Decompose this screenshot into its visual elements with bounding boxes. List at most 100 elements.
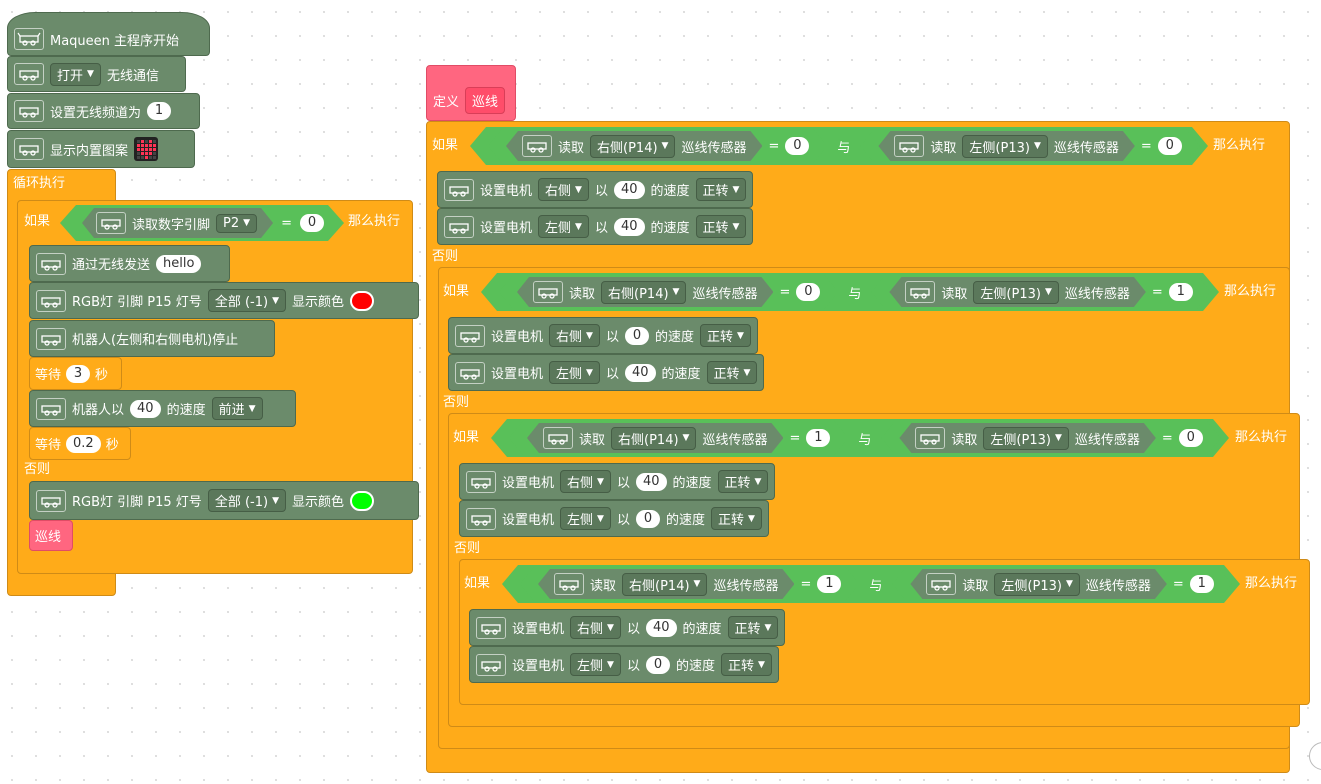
motor-direction-dropdown[interactable]: 正转 ▼ [717, 470, 769, 493]
set-motor-block[interactable]: 设置电机 左侧 ▼ 以 0 的速度 正转 ▼ [459, 500, 769, 537]
sensor-side-dropdown[interactable]: 右侧(P14) ▼ [590, 135, 675, 158]
sensor-value-input[interactable]: 0 [785, 137, 809, 155]
set-motor-block[interactable]: 设置电机 左侧 ▼ 以 40 的速度 正转 ▼ [448, 354, 765, 391]
show-image-block[interactable]: 显示内置图案 [7, 130, 195, 168]
motor-side-dropdown[interactable]: 右侧 ▼ [538, 178, 589, 201]
motor-side-dropdown[interactable]: 右侧 ▼ [549, 324, 600, 347]
procedure-name[interactable]: 巡线 [465, 86, 506, 114]
sensor-side-dropdown[interactable]: 左侧(P13) ▼ [994, 573, 1079, 596]
set-motor-block[interactable]: 设置电机 左侧 ▼ 以 0 的速度 正转 ▼ [469, 646, 779, 683]
wireless-open-dropdown[interactable]: 打开 ▼ [50, 62, 101, 86]
maqueen-start-hat-block[interactable]: Maqueen 主程序开始 [7, 12, 210, 56]
motor-speed-input[interactable]: 0 [624, 326, 649, 345]
motor-direction-dropdown[interactable]: 正转 ▼ [706, 361, 758, 384]
motor-speed-input[interactable]: 0 [645, 655, 670, 674]
compare-value-input[interactable]: 0 [300, 214, 324, 232]
sensor-compare-condition[interactable]: 读取 左侧(P13) ▼ 巡线传感器 = 0 [860, 129, 1199, 163]
zoom-reset-button[interactable] [1309, 742, 1321, 770]
line-sensor-and-condition[interactable]: 读取 右侧(P14) ▼ 巡线传感器 = 1 与 读取 左侧(P13) ▼ 巡线传感… [502, 565, 1240, 603]
chevron-down-icon: ▼ [743, 367, 751, 378]
motor-speed-input[interactable]: 40 [624, 363, 656, 382]
pin-dropdown[interactable]: P2 ▼ [216, 214, 257, 233]
set-channel-block[interactable]: 设置无线频道为 1 [7, 93, 200, 129]
read-line-sensor-reporter[interactable]: 读取 左侧(P13) ▼ 巡线传感器 [910, 569, 1166, 599]
wait-block-2[interactable]: 等待 0.2 秒 [29, 427, 131, 460]
sensor-compare-condition[interactable]: 读取 右侧(P14) ▼ 巡线传感器 = 1 [509, 421, 848, 455]
send-text-input[interactable]: hello [156, 254, 202, 273]
sensor-value-input[interactable]: 0 [1179, 429, 1203, 447]
direction-dropdown[interactable]: 前进 ▼ [211, 397, 263, 420]
motor-direction-dropdown[interactable]: 正转 ▼ [699, 324, 751, 347]
sensor-value-input[interactable]: 1 [1190, 575, 1214, 593]
read-line-sensor-reporter[interactable]: 读取 右侧(P14) ▼ 巡线传感器 [538, 569, 794, 599]
channel-input[interactable]: 1 [147, 102, 172, 120]
read-line-sensor-reporter[interactable]: 读取 右侧(P14) ▼ 巡线传感器 [506, 131, 762, 161]
rgb-led-block[interactable]: RGB灯 引脚 P15 灯号 全部 (-1) ▼ 显示颜色 [29, 282, 419, 319]
line-sensor-and-condition[interactable]: 读取 右侧(P14) ▼ 巡线传感器 = 0 与 读取 左侧(P13) ▼ 巡线传感… [481, 273, 1219, 311]
motor-direction-dropdown[interactable]: 正转 ▼ [710, 507, 762, 530]
wireless-send-block[interactable]: 通过无线发送 hello [29, 245, 230, 282]
motor-side-dropdown[interactable]: 左侧 ▼ [549, 361, 600, 384]
led-matrix-picker[interactable] [134, 137, 159, 161]
read-line-sensor-reporter[interactable]: 读取 右侧(P14) ▼ 巡线传感器 [517, 277, 773, 307]
robot-move-block[interactable]: 机器人以 40 的速度 前进 ▼ [29, 390, 296, 427]
sensor-value-input[interactable]: 0 [796, 283, 820, 301]
motor-direction-dropdown[interactable]: 正转 ▼ [695, 178, 747, 201]
motor-side-dropdown[interactable]: 左侧 ▼ [538, 215, 589, 238]
motor-direction-dropdown[interactable]: 正转 ▼ [727, 616, 779, 639]
sensor-side-dropdown[interactable]: 左侧(P13) ▼ [962, 135, 1047, 158]
set-motor-block[interactable]: 设置电机 右侧 ▼ 以 40 的速度 正转 ▼ [469, 609, 786, 646]
sensor-value-input[interactable]: 1 [806, 429, 830, 447]
set-motor-block[interactable]: 设置电机 右侧 ▼ 以 0 的速度 正转 ▼ [448, 317, 758, 354]
motor-speed-input[interactable]: 40 [613, 217, 645, 236]
sensor-value-input[interactable]: 1 [817, 575, 841, 593]
led-number-dropdown[interactable]: 全部 (-1) ▼ [207, 489, 286, 512]
call-line-follow-block[interactable]: 巡线 [29, 520, 73, 551]
read-line-sensor-reporter[interactable]: 读取 左侧(P13) ▼ 巡线传感器 [878, 131, 1134, 161]
motor-speed-input[interactable]: 0 [635, 509, 660, 528]
motor-direction-dropdown[interactable]: 正转 ▼ [720, 653, 772, 676]
rgb-led-block-green[interactable]: RGB灯 引脚 P15 灯号 全部 (-1) ▼ 显示颜色 [29, 481, 419, 520]
sensor-value-input[interactable]: 1 [1169, 283, 1193, 301]
sensor-side-dropdown[interactable]: 右侧(P14) ▼ [622, 573, 707, 596]
motor-speed-input[interactable]: 40 [635, 472, 667, 491]
set-motor-block[interactable]: 设置电机 右侧 ▼ 以 40 的速度 正转 ▼ [437, 171, 754, 208]
motor-side-dropdown[interactable]: 左侧 ▼ [560, 507, 611, 530]
motor-speed-input[interactable]: 40 [613, 180, 645, 199]
read-line-sensor-reporter[interactable]: 读取 左侧(P13) ▼ 巡线传感器 [899, 423, 1155, 453]
sensor-side-dropdown[interactable]: 右侧(P14) ▼ [601, 281, 686, 304]
set-motor-block[interactable]: 设置电机 右侧 ▼ 以 40 的速度 正转 ▼ [459, 463, 776, 500]
read-line-sensor-reporter[interactable]: 读取 左侧(P13) ▼ 巡线传感器 [889, 277, 1145, 307]
pin-compare-condition[interactable]: 读取数字引脚 P2 ▼ = 0 [60, 205, 344, 241]
set-motor-block[interactable]: 设置电机 左侧 ▼ 以 40 的速度 正转 ▼ [437, 208, 754, 245]
sensor-compare-condition[interactable]: 读取 右侧(P14) ▼ 巡线传感器 = 0 [488, 129, 827, 163]
wireless-block[interactable]: 打开 ▼ 无线通信 [7, 56, 186, 92]
sensor-compare-condition[interactable]: 读取 右侧(P14) ▼ 巡线传感器 = 1 [520, 567, 859, 601]
sensor-compare-condition[interactable]: 读取 右侧(P14) ▼ 巡线传感器 = 0 [499, 275, 838, 309]
read-line-sensor-reporter[interactable]: 读取 右侧(P14) ▼ 巡线传感器 [527, 423, 783, 453]
motor-side-dropdown[interactable]: 左侧 ▼ [570, 653, 621, 676]
motor-side-dropdown[interactable]: 右侧 ▼ [570, 616, 621, 639]
color-picker-red[interactable] [350, 290, 374, 311]
sensor-compare-condition[interactable]: 读取 左侧(P13) ▼ 巡线传感器 = 0 [881, 421, 1220, 455]
wait-block-1[interactable]: 等待 3 秒 [29, 357, 122, 390]
sensor-side-dropdown[interactable]: 左侧(P13) ▼ [973, 281, 1058, 304]
wait-seconds-input[interactable]: 0.2 [66, 434, 101, 453]
sensor-compare-condition[interactable]: 读取 左侧(P13) ▼ 巡线传感器 = 1 [871, 275, 1210, 309]
motor-speed-input[interactable]: 40 [645, 618, 677, 637]
motor-side-dropdown[interactable]: 右侧 ▼ [560, 470, 611, 493]
sensor-value-input[interactable]: 0 [1158, 137, 1182, 155]
color-picker-green[interactable] [350, 490, 374, 511]
motor-direction-dropdown[interactable]: 正转 ▼ [695, 215, 747, 238]
robot-speed-input[interactable]: 40 [130, 399, 161, 418]
read-pin-reporter[interactable]: 读取数字引脚 P2 ▼ [82, 208, 273, 238]
define-procedure-hat[interactable]: 定义 巡线 [426, 65, 516, 121]
line-sensor-and-condition[interactable]: 读取 右侧(P14) ▼ 巡线传感器 = 0 与 读取 左侧(P13) ▼ 巡线传感… [470, 127, 1208, 165]
sensor-compare-condition[interactable]: 读取 左侧(P13) ▼ 巡线传感器 = 1 [892, 567, 1231, 601]
robot-stop-block[interactable]: 机器人(左侧和右侧电机)停止 [29, 320, 275, 357]
led-number-dropdown[interactable]: 全部 (-1) ▼ [207, 289, 286, 312]
sensor-side-dropdown[interactable]: 左侧(P13) ▼ [983, 427, 1068, 450]
wait-seconds-input[interactable]: 3 [66, 364, 91, 383]
line-sensor-and-condition[interactable]: 读取 右侧(P14) ▼ 巡线传感器 = 1 与 读取 左侧(P13) ▼ 巡线传感… [491, 419, 1229, 457]
sensor-side-dropdown[interactable]: 右侧(P14) ▼ [611, 427, 696, 450]
